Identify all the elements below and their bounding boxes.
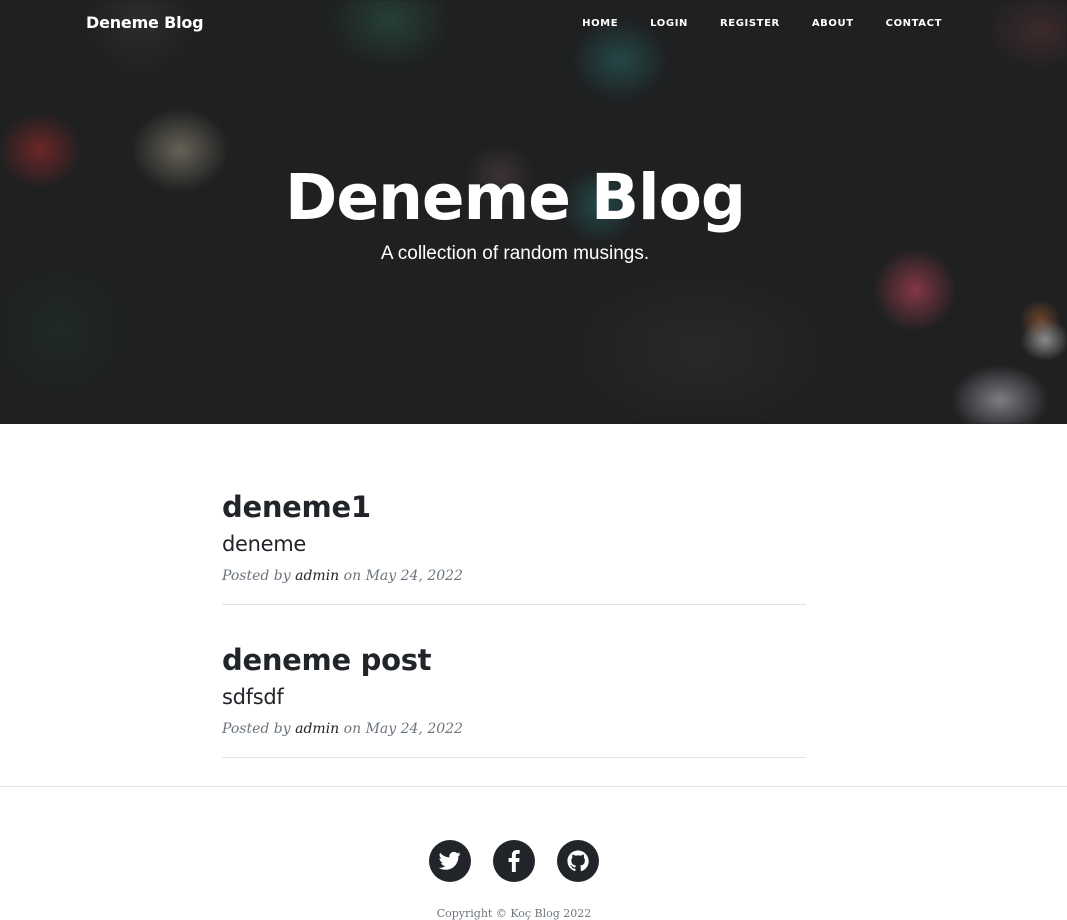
github-icon xyxy=(567,850,589,872)
post-list: deneme1 deneme Posted by admin on May 24… xyxy=(222,480,806,786)
social-links xyxy=(429,840,599,882)
post-meta-on: on xyxy=(343,568,362,584)
site-heading-block: Deneme Blog A collection of random musin… xyxy=(0,160,1030,265)
github-button[interactable] xyxy=(557,840,599,882)
nav-link-home[interactable]: HOME xyxy=(582,18,618,29)
post-author-link[interactable]: admin xyxy=(295,721,339,737)
nav-link-login[interactable]: LOGIN xyxy=(650,18,688,29)
post-meta-on: on xyxy=(343,721,362,737)
navbar-brand[interactable]: Deneme Blog xyxy=(86,13,204,32)
post-date: May 24, 2022 xyxy=(365,721,463,737)
twitter-icon xyxy=(439,851,461,870)
post-subtitle[interactable]: deneme xyxy=(222,530,806,558)
post-meta-prefix: Posted by xyxy=(222,721,291,737)
masthead: Deneme Blog A collection of random musin… xyxy=(0,0,1067,424)
post-subtitle[interactable]: sdfsdf xyxy=(222,683,806,711)
post-title[interactable]: deneme1 xyxy=(222,488,806,526)
nav-link-about[interactable]: ABOUT xyxy=(812,18,854,29)
post-preview: deneme post sdfsdf Posted by admin on Ma… xyxy=(222,633,806,758)
site-heading: Deneme Blog xyxy=(285,161,746,234)
facebook-button[interactable] xyxy=(493,840,535,882)
post-title[interactable]: deneme post xyxy=(222,641,806,679)
post-meta: Posted by admin on May 24, 2022 xyxy=(222,721,806,737)
footer: Copyright © Koç Blog 2022 xyxy=(0,786,1067,920)
facebook-icon xyxy=(508,850,520,872)
nav-link-contact[interactable]: CONTACT xyxy=(886,18,942,29)
post-date: May 24, 2022 xyxy=(365,568,463,584)
twitter-button[interactable] xyxy=(429,840,471,882)
post-meta: Posted by admin on May 24, 2022 xyxy=(222,568,806,584)
navbar: Deneme Blog HOME LOGIN REGISTER ABOUT CO… xyxy=(0,0,1067,48)
post-meta-prefix: Posted by xyxy=(222,568,291,584)
nav-link-register[interactable]: REGISTER xyxy=(720,18,780,29)
post-author-link[interactable]: admin xyxy=(295,568,339,584)
site-subheading: A collection of random musings. xyxy=(380,243,650,264)
nav-links: HOME LOGIN REGISTER ABOUT CONTACT xyxy=(582,18,942,29)
post-preview: deneme1 deneme Posted by admin on May 24… xyxy=(222,480,806,605)
